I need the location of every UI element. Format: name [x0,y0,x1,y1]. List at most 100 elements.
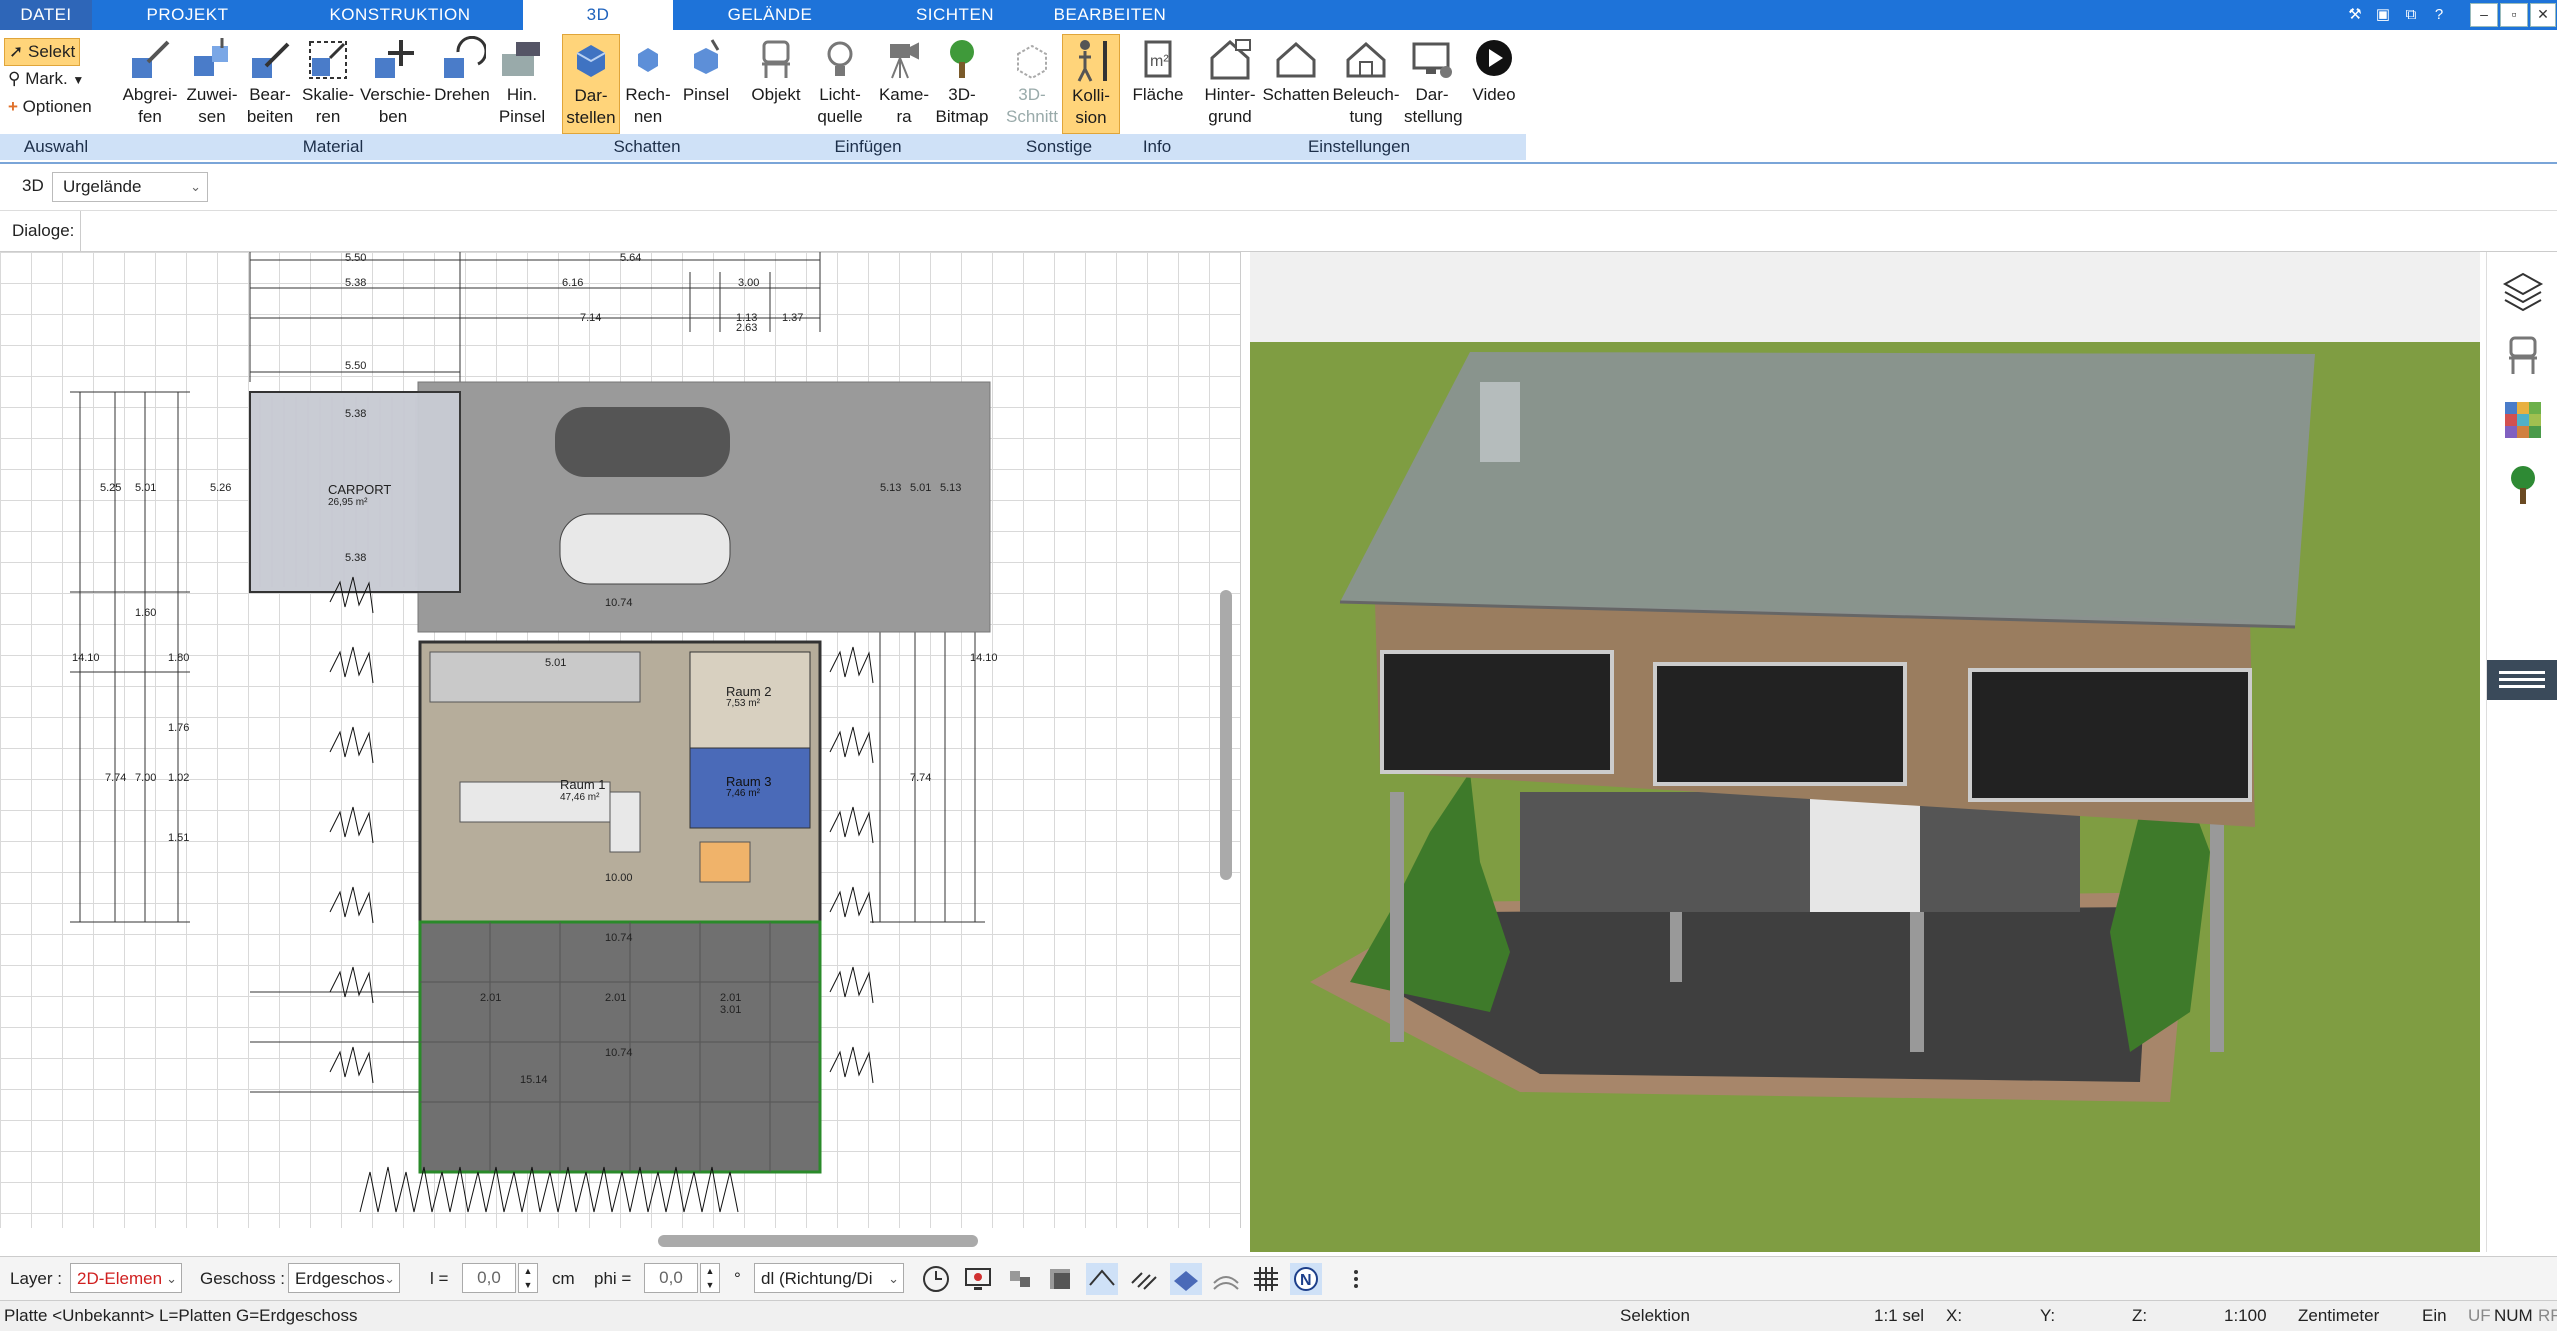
phi-input[interactable] [644,1263,698,1293]
objekt-button[interactable]: Objekt [748,34,804,132]
status-bar: Platte <Unbekannt> L=Platten G=Erdgescho… [0,1300,2557,1331]
dialog-label: Dialoge: [12,221,75,240]
length-stepper[interactable]: ▲ ▼ [518,1263,538,1293]
person-collision-icon [1077,40,1107,82]
status-ein: Ein [2422,1306,2447,1325]
dim-label: 10.74 [605,1047,633,1059]
drehen-button[interactable]: Drehen [432,34,492,132]
close-button[interactable]: ✕ [2530,3,2556,27]
window-layout-icon[interactable]: ▣ [2372,4,2394,26]
3d-view[interactable] [1250,252,2480,1252]
phi-unit: ° [734,1269,741,1288]
lichtquelle-button[interactable]: Licht- quelle [812,34,868,132]
length-input[interactable] [462,1263,516,1293]
dim-label: 5.38 [345,277,367,289]
room-label-raum-3: Raum 3 [726,774,772,789]
tab-3d[interactable]: 3D [523,0,673,30]
schatten-einstellung-button[interactable]: Schatten [1262,34,1330,132]
surface-icon[interactable] [1170,1263,1202,1295]
verschieben-button[interactable]: Verschie- ben [360,34,431,132]
snap-icon[interactable] [1004,1263,1036,1295]
abgreifen-button[interactable]: Abgrei- fen [122,34,178,132]
furniture-icon[interactable] [2501,334,2545,378]
materials-palette-icon[interactable] [2501,398,2545,442]
dim-label: 5.13 [940,482,962,494]
restore-button[interactable]: ▫ [2500,3,2528,27]
terrain-dropdown[interactable]: Urgelände ⌄ [52,172,208,202]
flaeche-button[interactable]: m² Fläche [1130,34,1186,132]
hamburger-menu-icon[interactable] [2487,660,2557,700]
tools-icon[interactable]: ⚒ [2344,4,2366,26]
skalieren-button[interactable]: Skalie- ren [300,34,356,132]
dim-label: 3.01 [720,1004,742,1016]
screen-icon[interactable] [962,1263,994,1295]
status-z: Z: [2132,1306,2148,1325]
minimize-button[interactable]: – [2470,3,2498,27]
tab-konstruktion[interactable]: KONSTRUKTION [310,0,490,30]
geschoss-select[interactable]: Erdgeschos ⌄ [288,1263,400,1293]
pipette-icon [132,40,170,78]
darstellung-button[interactable]: Dar- stellung [1404,34,1463,132]
dim-label: 6.16 [562,277,584,289]
status-y: Y: [2040,1306,2056,1325]
3d-bitmap-button[interactable]: 3D- Bitmap [934,34,990,132]
hatch-icon[interactable] [1128,1263,1160,1295]
chair-icon [762,40,790,78]
hintergrund-button[interactable]: Hinter- grund [1200,34,1260,132]
plan-vertical-scrollbar[interactable] [1220,590,1232,880]
help-icon[interactable]: ? [2428,4,2450,26]
room-area-raum-3: 7,46 m² [726,788,760,799]
darstellen-button[interactable]: Dar- stellen [562,34,620,134]
dim-label: 7.74 [910,772,932,784]
layers-icon[interactable] [2501,270,2545,314]
pinsel-button[interactable]: Pinsel [678,34,734,132]
terrain-icon[interactable] [1210,1263,1242,1295]
dim-label: 10.74 [605,597,633,609]
bearbeiten-button[interactable]: Bear- beiten [242,34,298,132]
tab-datei[interactable]: DATEI [0,0,92,30]
beleuchtung-button[interactable]: Beleuch- tung [1332,34,1400,132]
kamera-button[interactable]: Kame- ra [876,34,932,132]
group-label-einfuegen: Einfügen [740,134,997,160]
rechnen-button[interactable]: Rech- nen [620,34,676,132]
shadow-brush-icon [694,39,720,74]
video-button[interactable]: Video [1466,34,1522,132]
layer-select[interactable]: 2D-Elemen ⌄ [70,1263,182,1293]
zuweisen-button[interactable]: Zuwei- sen [184,34,240,132]
phi-stepper[interactable]: ▲ ▼ [700,1263,720,1293]
tab-bearbeiten[interactable]: BEARBEITEN [1040,0,1180,30]
hin-pinsel-button[interactable]: Hin. Pinsel [494,34,550,132]
3d-schnitt-button[interactable]: 3D- Schnitt [1004,34,1060,132]
mark-button[interactable]: ⚲ Mark. ▼ [4,66,88,92]
play-icon [1476,40,1512,76]
selekt-button[interactable]: ➚ Selekt [4,38,81,66]
room-area-carport: 26,95 m² [328,497,368,508]
tab-sichten[interactable]: SICHTEN [890,0,1020,30]
plan-horizontal-scrollbar[interactable] [658,1235,978,1247]
status-unit: Zentimeter [2298,1306,2380,1325]
grid-icon[interactable] [1250,1263,1282,1295]
clock-icon[interactable] [920,1263,952,1295]
kollision-button[interactable]: Kolli- sion [1062,34,1120,134]
room-area-raum-2: 7,53 m² [726,698,760,709]
layer-label: Layer : [10,1269,62,1288]
plants-tree-icon[interactable] [2501,462,2545,506]
tab-projekt[interactable]: PROJEKT [120,0,255,30]
camera-icon [890,42,919,79]
floor-plan-view[interactable]: 5.50 5.64 5.38 6.16 3.00 1.13 2.63 7.14 … [0,252,1241,1228]
layers-stack-icon[interactable] [1044,1263,1076,1295]
dim-label: 1.51 [168,832,190,844]
optionen-button[interactable]: + Optionen [4,94,96,120]
dim-label: 5.50 [345,360,367,372]
more-options-icon[interactable] [1340,1263,1372,1295]
floor-plan-drawing[interactable] [0,252,1240,1228]
plane-icon[interactable] [1086,1263,1118,1295]
window-arrange-icon[interactable]: ⧉ [2400,4,2422,26]
3d-scene[interactable] [1250,252,2480,1252]
direction-select[interactable]: dl (Richtung/Di ⌄ [754,1263,904,1293]
area-icon: m² [1144,40,1172,78]
north-icon[interactable]: N [1290,1263,1322,1295]
tab-gelaende[interactable]: GELÄNDE [700,0,840,30]
tree-icon [950,40,974,78]
dim-label: 1.80 [168,652,190,664]
